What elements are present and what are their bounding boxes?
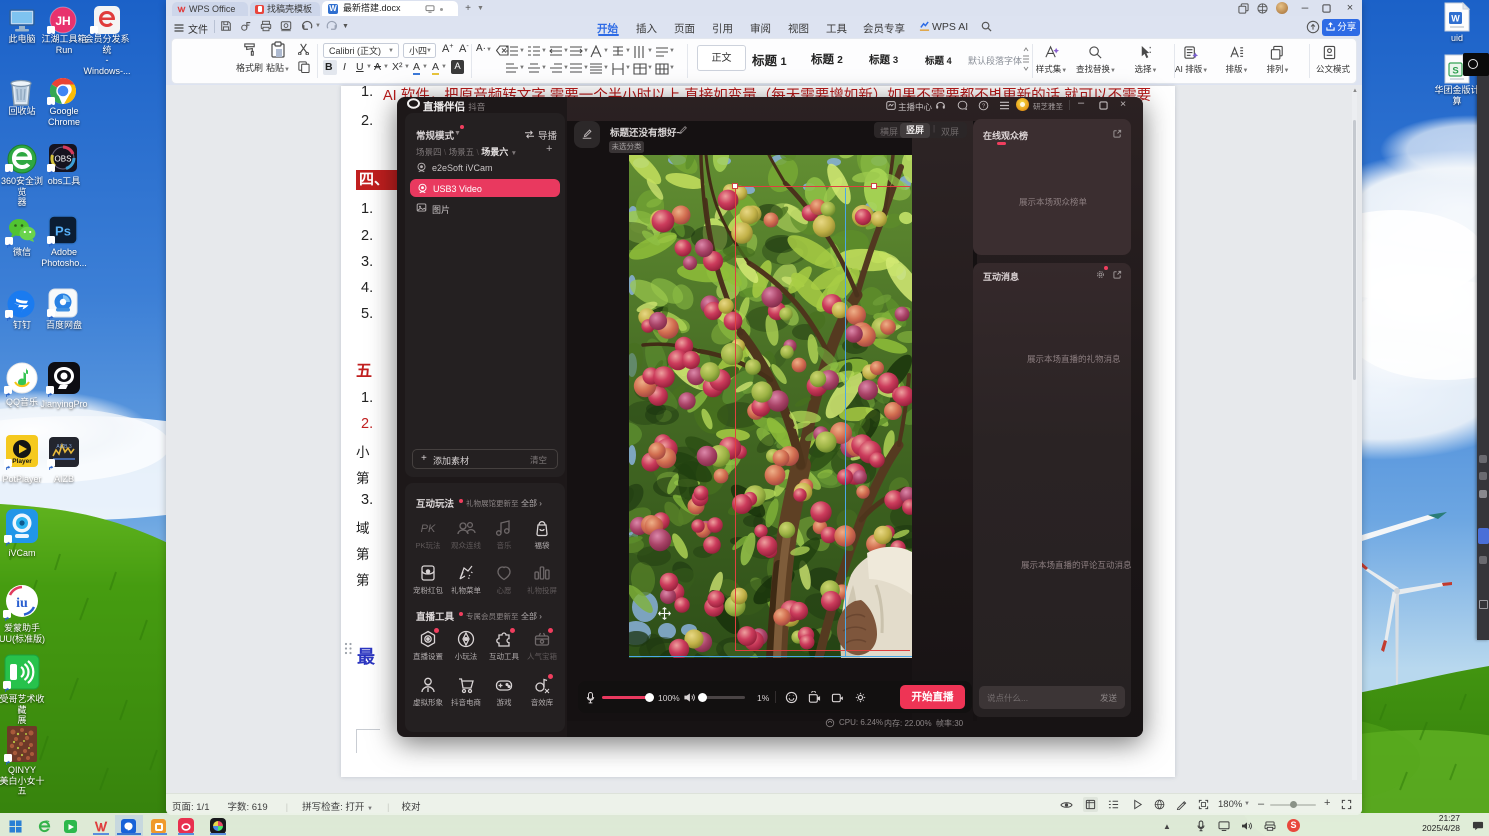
- svg-text:JH: JH: [55, 14, 70, 28]
- svg-text:Player: Player: [12, 458, 32, 465]
- svg-text:iu: iu: [16, 596, 28, 611]
- svg-text:W: W: [1451, 14, 1460, 24]
- svg-text:Ps: Ps: [55, 224, 71, 239]
- svg-text:PK: PK: [421, 523, 436, 535]
- svg-text:OBS: OBS: [55, 155, 72, 164]
- svg-text:AIZB 3: AIZB 3: [56, 444, 72, 450]
- svg-text:S: S: [1452, 66, 1458, 77]
- svg-text:?: ?: [982, 104, 986, 110]
